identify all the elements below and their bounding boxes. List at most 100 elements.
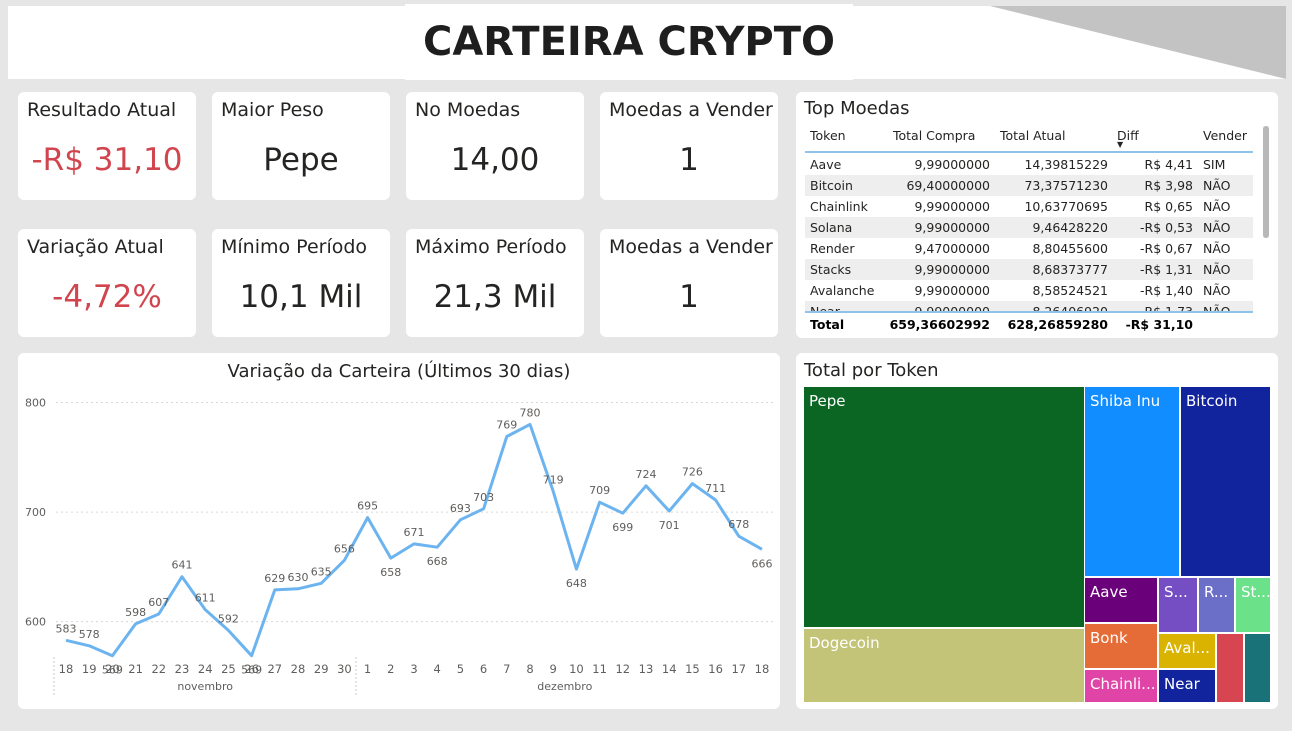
x-tick-label: 7 [503,662,510,676]
top-moedas-title: Top Moedas [804,98,910,119]
cell-diff: R$ 0,65 [1144,199,1193,214]
kpi-card-resultado-atual[interactable]: Resultado Atual -R$ 31,10 [18,92,196,200]
cell-token: Bitcoin [810,178,853,193]
data-label: 678 [728,518,749,531]
x-tick-label: 15 [685,662,700,676]
table-row[interactable]: Aave 9,99000000 14,39815229 R$ 4,41 SIM [805,154,1253,175]
kpi-value: 1 [679,142,699,178]
table-row[interactable]: Near 9,99000000 8,26406920 -R$ 1,73 NÃO [805,301,1253,311]
data-label: 656 [334,542,355,555]
line-chart[interactable]: 6007008005831857819 569205982160722641236… [18,353,780,709]
kpi-card-variacao-atual[interactable]: Variação Atual -4,72% [18,229,196,337]
treemap-title: Total por Token [804,360,939,381]
data-label: 578 [79,628,100,641]
x-tick-label: 8 [526,662,533,676]
treemap-tile-shiba-inu[interactable]: Shiba Inu [1084,386,1180,577]
x-tick-label: 9 [550,662,557,676]
kpi-card-moedas-a-vender-2[interactable]: Moedas a Vender 1 [600,229,778,337]
treemap-tile-dogecoin[interactable]: Dogecoin [803,628,1085,703]
kpi-value: 14,00 [450,142,540,178]
cell-vender: NÃO [1203,262,1231,277]
table-body: Aave 9,99000000 14,39815229 R$ 4,41 SIM Bitc… [805,154,1253,311]
x-tick-label: 28 [291,662,306,676]
cell-diff: -R$ 0,67 [1140,241,1193,256]
cell-vender: NÃO [1203,301,1231,311]
cell-token: Avalanche [810,283,875,298]
cell-diff: R$ 3,98 [1144,178,1193,193]
cell-token: Near [810,301,840,311]
table-row[interactable]: Render 9,47000000 8,80455600 -R$ 0,67 NÃO [805,238,1253,259]
data-label: 671 [404,526,425,539]
data-label: 701 [659,519,680,532]
treemap-tile-solana[interactable]: S... [1158,577,1198,633]
kpi-card-minimo-periodo[interactable]: Mínimo Período 10,1 Mil [212,229,390,337]
data-label: 598 [125,606,146,619]
x-group-label: dezembro [537,680,592,693]
x-tick-label: 27 [267,662,282,676]
kpi-card-maximo-periodo[interactable]: Máximo Período 21,3 Mil [406,229,584,337]
table-row[interactable]: Solana 9,99000000 9,46428220 -R$ 0,53 NÃO [805,217,1253,238]
table-scrollbar-thumb[interactable] [1263,126,1269,238]
cell-total-compra: 69,40000000 [906,178,990,193]
x-tick-label: 16 [708,662,723,676]
cell-token: Render [810,241,855,256]
y-tick-label: 700 [25,506,46,519]
table-total-row: Total 659,36602992 628,26859280 -R$ 31,1… [805,311,1253,335]
treemap-tile-bitcoin[interactable]: Bitcoin [1180,386,1271,577]
kpi-card-moedas-a-vender[interactable]: Moedas a Vender 1 [600,92,778,200]
cell-total-atual: 8,68373777 [1032,262,1108,277]
kpi-card-no-moedas[interactable]: No Moedas 14,00 [406,92,584,200]
column-header-vender[interactable]: Vender [1203,128,1247,143]
cell-total-atual: 8,26406920 [1032,301,1108,311]
cell-total-compra: 9,99000000 [914,262,990,277]
column-header-total-compra[interactable]: Total Compra [893,128,975,143]
y-tick-label: 600 [25,616,46,629]
kpi-title: No Moedas [415,99,521,121]
cell-total-atual: 73,37571230 [1024,178,1108,193]
data-label: 668 [427,555,448,568]
top-moedas-table: Token Total Compra Total Atual Diff ▼ Ve… [805,124,1253,311]
total-atual: 628,26859280 [1007,317,1108,332]
column-header-total-atual[interactable]: Total Atual [1000,128,1065,143]
series-line [65,422,763,658]
table-row[interactable]: Stacks 9,99000000 8,68373777 -R$ 1,31 NÃO [805,259,1253,280]
x-tick-label: 23 [175,662,190,676]
data-label: 693 [450,502,471,515]
data-label: 709 [589,484,610,497]
cell-token: Aave [810,157,842,172]
treemap-tile-unlabeled-teal[interactable] [1244,633,1271,703]
data-label: 699 [612,521,633,534]
treemap-tile-near[interactable]: Near [1158,669,1216,703]
kpi-value: 1 [679,279,699,315]
x-tick-label: 13 [639,662,654,676]
x-tick-label: 11 [592,662,607,676]
treemap-tile-avalanche[interactable]: Aval... [1158,633,1216,669]
treemap-tile-pepe[interactable]: Pepe [803,386,1085,628]
kpi-value: Pepe [263,142,339,178]
treemap-tile-stacks[interactable]: St... [1235,577,1271,633]
data-label: 592 [218,612,239,625]
treemap-tile-bonk[interactable]: Bonk [1084,623,1158,669]
column-header-token[interactable]: Token [810,128,846,143]
cell-total-atual: 10,63770695 [1024,199,1108,214]
kpi-card-maior-peso[interactable]: Maior Peso Pepe [212,92,390,200]
treemap-tile-render[interactable]: R... [1198,577,1235,633]
treemap-tile-chainlink[interactable]: Chainli... [1084,669,1158,703]
data-label: 695 [357,500,378,513]
kpi-title: Moedas a Vender [609,99,773,121]
cell-diff: -R$ 1,40 [1140,283,1193,298]
table-row[interactable]: Bitcoin 69,40000000 73,37571230 R$ 3,98 NÃO [805,175,1253,196]
cell-total-compra: 9,99000000 [914,301,990,311]
data-label: 703 [473,491,494,504]
treemap-tile-aave[interactable]: Aave [1084,577,1158,623]
cell-diff: -R$ 0,53 [1140,220,1193,235]
treemap-tile-unlabeled-red[interactable] [1216,633,1244,703]
cell-vender: NÃO [1203,199,1231,214]
table-row[interactable]: Avalanche 9,99000000 8,58524521 -R$ 1,40 NÃO [805,280,1253,301]
table-header: Token Total Compra Total Atual Diff ▼ Ve… [805,124,1253,153]
x-tick-label: 19 [82,662,97,676]
data-label: 629 [264,572,285,585]
table-row[interactable]: Chainlink 9,99000000 10,63770695 R$ 0,65 NÃO [805,196,1253,217]
x-tick-label: 22 [151,662,166,676]
cell-vender: NÃO [1203,241,1231,256]
